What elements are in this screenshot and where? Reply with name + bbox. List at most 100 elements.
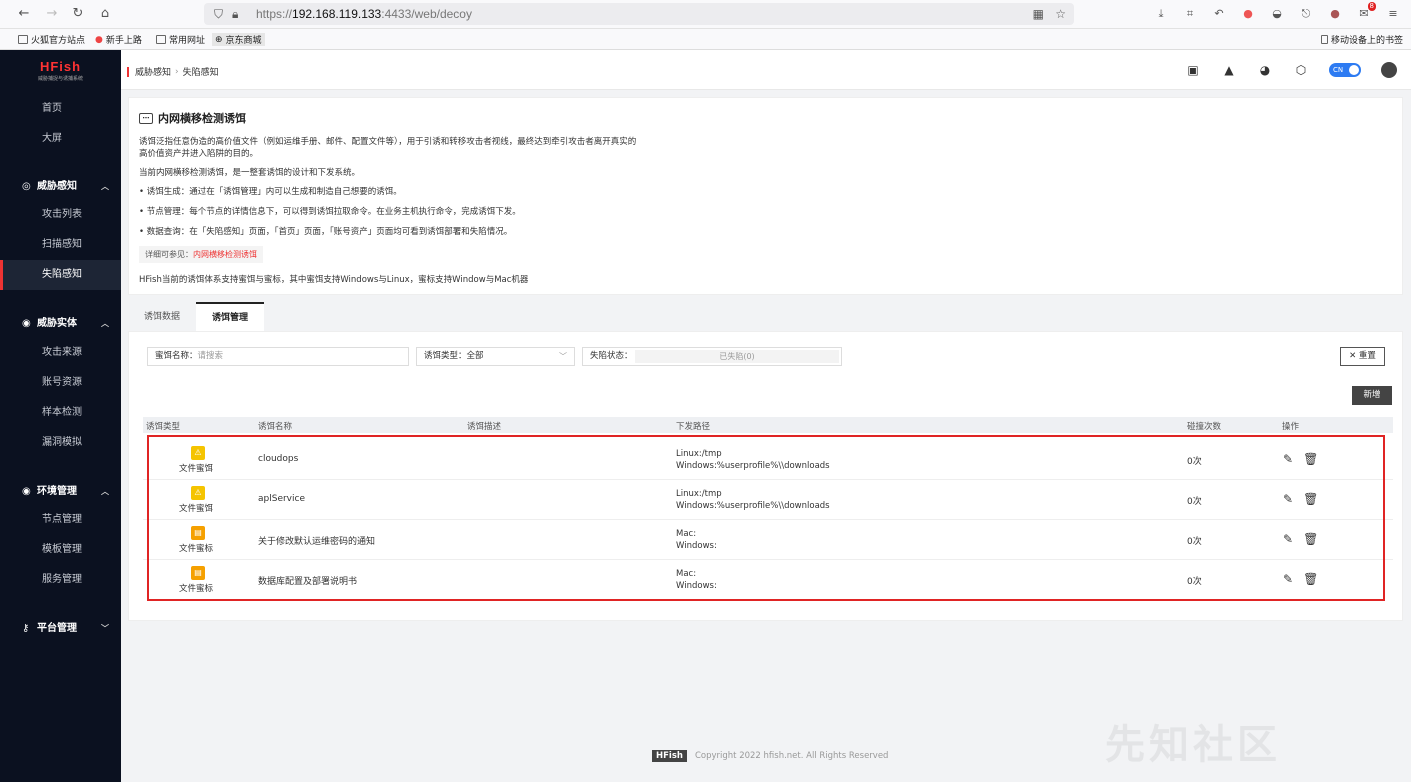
chevron-up-icon: ︿ <box>101 182 109 191</box>
sidebar-group-platform-management[interactable]: ⚷ 平台管理 ﹀ <box>0 614 121 644</box>
trash-icon[interactable]: 🗑︎ <box>1303 452 1318 466</box>
decoy-name: cloudops <box>258 454 299 464</box>
deploy-path: Linux:/tmp Windows:%userprofile%\\downloa… <box>676 449 830 471</box>
monitor-icon: ⋯ <box>139 112 153 124</box>
watermark: 先知社区 <box>1105 722 1281 768</box>
firefox-icon: ● <box>95 34 103 45</box>
sidebar-item-template-management[interactable]: 模板管理 <box>0 535 121 565</box>
trash-icon[interactable]: 🗑︎ <box>1303 572 1318 586</box>
bookmark-item[interactable]: ⊕ 京东商城 <box>212 33 265 46</box>
lock-icon: 🔒︎ <box>232 7 239 21</box>
sidebar-item-home[interactable]: 首页 <box>0 94 121 124</box>
sidebar-item-screen[interactable]: 大屏 <box>0 124 121 154</box>
sidebar-group-env-management[interactable]: ◉ 环境管理 ︿ <box>0 477 121 507</box>
hit-count: 0次 <box>1187 537 1202 547</box>
hit-count: 0次 <box>1187 577 1202 587</box>
reset-button[interactable]: ✕ 重置 <box>1340 347 1385 366</box>
edit-icon[interactable]: ✎ <box>1283 452 1293 466</box>
chevron-down-icon: ﹀ <box>559 352 567 361</box>
decoy-name: aplService <box>258 494 305 504</box>
deploy-path: Mac: Windows: <box>676 569 717 591</box>
share-icon[interactable]: ⎋ <box>1298 6 1314 22</box>
sidebar-item-attack-source[interactable]: 攻击来源 <box>0 338 121 368</box>
sidebar-item-attack-list[interactable]: 攻击列表 <box>0 200 121 230</box>
cookie-icon[interactable]: ● <box>1327 6 1343 22</box>
hexagon-icon[interactable]: ⬡ <box>1293 62 1309 78</box>
logo[interactable]: HFish 威胁捕捉与诱捕系统 <box>0 50 121 90</box>
header-actions: ▣ ▲ ◕ ⬡ CN <box>1185 62 1397 78</box>
home-icon[interactable]: ⌂ <box>97 6 113 22</box>
mask-icon[interactable]: ◒ <box>1269 6 1285 22</box>
sidebar-item-service-management[interactable]: 服务管理 <box>0 565 121 595</box>
book-icon[interactable]: ▣ <box>1185 62 1201 78</box>
settings-icon: ◉ <box>22 486 31 497</box>
column-header: 操作 <box>1282 422 1300 432</box>
footer-logo: HFish <box>652 750 687 762</box>
decoy-type: 文件蜜饵 <box>179 464 214 474</box>
sidebar-item-account-resource[interactable]: 账号资源 <box>0 368 121 398</box>
sidebar-item-node-management[interactable]: 节点管理 <box>0 505 121 535</box>
back-icon[interactable]: ← <box>16 6 32 22</box>
mobile-bookmarks[interactable]: 移动设备上的书签 <box>1320 33 1403 46</box>
star-icon[interactable]: ☆ <box>1055 7 1066 21</box>
decoy-type-select[interactable]: 诱饵类型：全部 ﹀ <box>416 347 575 366</box>
tab-bar: 诱饵数据 诱饵管理 <box>128 302 265 332</box>
sidebar-item-vuln-simulation[interactable]: 漏洞模拟 <box>0 428 121 458</box>
menu-icon[interactable]: ≡ <box>1385 6 1401 22</box>
decoy-name: 关于修改默认运维密码的通知 <box>258 537 376 547</box>
rocket-icon[interactable]: ▲ <box>1221 62 1237 78</box>
compromise-status-filter[interactable]: 失陷状态： 已失陷(0) <box>582 347 842 366</box>
tab-decoy-management[interactable]: 诱饵管理 <box>196 302 265 332</box>
forward-icon[interactable]: → <box>44 6 60 22</box>
sidebar-item-scan-perception[interactable]: 扫描感知 <box>0 230 121 260</box>
key-icon: ⚷ <box>22 623 30 634</box>
trash-icon[interactable]: 🗑︎ <box>1303 492 1318 506</box>
deploy-path: Linux:/tmp Windows:%userprofile%\\downloa… <box>676 489 830 511</box>
trash-icon[interactable]: 🗑︎ <box>1303 532 1318 546</box>
table-row: ⚠ 文件蜜饵 cloudops Linux:/tmp Windows:%userp… <box>143 440 1393 480</box>
reload-icon[interactable]: ↻ <box>70 6 86 22</box>
chevron-up-icon: ︿ <box>101 319 109 328</box>
sidebar-item-sample-detection[interactable]: 样本检测 <box>0 398 121 428</box>
language-toggle[interactable]: CN <box>1329 63 1361 77</box>
notification-icon[interactable]: ✉ 8 <box>1356 2 1376 22</box>
intro-paragraph: HFish当前的诱饵体系支持蜜饵与蜜标，其中蜜饵支持Windows与Linux，… <box>139 275 529 285</box>
column-header: 诱饵描述 <box>467 422 502 432</box>
breadcrumb-item[interactable]: 威胁感知 <box>135 65 171 78</box>
intro-card: ⋯ 内网横移检测诱饵 诱饵泛指任意伪造的高价值文件（例如运维手册、邮件、配置文件等… <box>128 97 1403 295</box>
avatar[interactable] <box>1381 62 1397 78</box>
tab-decoy-data[interactable]: 诱饵数据 <box>128 302 197 332</box>
globe-icon: ⊕ <box>215 34 223 45</box>
bookmark-item[interactable]: ● 新手上路 <box>95 33 142 47</box>
radar-icon: ◎ <box>22 181 31 192</box>
address-bar[interactable]: ⛉ 🔒︎ https://192.168.119.133:4433/web/de… <box>204 3 1074 25</box>
extension-icon[interactable]: ● <box>1240 6 1256 22</box>
edit-icon[interactable]: ✎ <box>1283 572 1293 586</box>
edit-icon[interactable]: ✎ <box>1283 532 1293 546</box>
qr-icon[interactable]: ▦ <box>1033 7 1044 21</box>
url-text: https://192.168.119.133:4433/web/decoy <box>256 7 472 21</box>
reference-link[interactable]: 内网横移检测诱饵 <box>193 250 257 259</box>
intro-title: ⋯ 内网横移检测诱饵 <box>139 110 246 126</box>
intro-bullet: • 诱饵生成：通过在「诱饵管理」内可以生成和制造自己想要的诱饵。 <box>139 187 402 197</box>
folder-icon <box>156 35 166 44</box>
decoy-type: 文件蜜饵 <box>179 504 214 514</box>
sidebar-group-threat-entity[interactable]: ◉ 威胁实体 ︿ <box>0 309 121 339</box>
intro-bullet: • 数据查询：在「失陷感知」页面，「首页」页面，「账号资产」页面均可看到诱饵部署… <box>139 227 513 237</box>
add-decoy-button[interactable]: 新增 <box>1352 386 1392 405</box>
table-row: ▤ 文件蜜标 关于修改默认运维密码的通知 Mac: Windows: 0次 ✎ 🗑︎ <box>143 520 1393 560</box>
browser-toolbar: ← → ↻ ⌂ ⛉ 🔒︎ https://192.168.119.133:443… <box>0 0 1411 29</box>
wechat-icon[interactable]: ◕ <box>1257 62 1273 78</box>
browser-extensions: ⤓ ⌗ ↶ ● ◒ ⎋ ● ✉ 8 ≡ <box>1153 2 1401 22</box>
sidebar-item-compromise-perception[interactable]: 失陷感知 <box>0 260 121 290</box>
download-icon[interactable]: ⤓ <box>1153 6 1169 22</box>
edit-icon[interactable]: ✎ <box>1283 492 1293 506</box>
decoy-type: 文件蜜标 <box>179 584 214 594</box>
bookmark-item[interactable]: 火狐官方站点 <box>18 33 85 46</box>
bookmark-item[interactable]: 常用网址 <box>156 33 205 46</box>
column-header: 下发路径 <box>676 422 711 432</box>
sidebar-group-threat-perception[interactable]: ◎ 威胁感知 ︿ <box>0 172 121 202</box>
undo-icon[interactable]: ↶ <box>1211 6 1227 22</box>
decoy-name-filter[interactable]: 蜜饵名称：请搜索 <box>147 347 409 366</box>
crop-icon[interactable]: ⌗ <box>1182 6 1198 22</box>
